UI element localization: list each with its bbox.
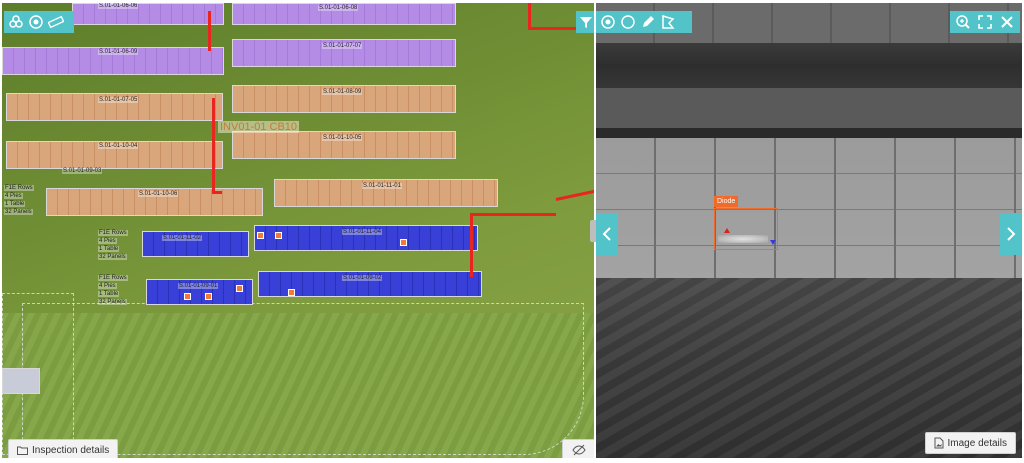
target-icon[interactable] (600, 14, 616, 30)
inspection-details-label: Inspection details (32, 444, 110, 456)
string-label: S.01-01-11-02 (162, 235, 202, 241)
string-label: S.01-01-09-02 (342, 275, 383, 281)
next-image-button[interactable] (1000, 213, 1022, 255)
annotation-toolbar (596, 11, 692, 33)
pencil-icon[interactable] (640, 14, 656, 30)
thermal-image-view[interactable]: Diode Image details (596, 3, 1022, 458)
anomaly-marker[interactable] (400, 239, 407, 246)
row-note: 32 Panels (4, 209, 33, 215)
image-details-label: Image details (947, 437, 1007, 449)
cable-line (470, 213, 473, 277)
thermal-region (596, 43, 1022, 88)
cable-line (212, 191, 222, 194)
anomaly-marker[interactable] (205, 293, 212, 300)
thermal-region (596, 128, 1022, 138)
row-note: F1E Rows (98, 275, 128, 281)
string-label: S.01-01-07-07 (322, 43, 363, 49)
view-toolbar (950, 11, 1020, 33)
thermal-region (596, 88, 1022, 128)
string-label: S.01-01-10-05 (322, 135, 363, 141)
row-note: 32 Panels (98, 299, 127, 305)
visibility-off-icon (572, 444, 586, 456)
zoom-in-icon[interactable] (955, 14, 971, 30)
map-toolbar (4, 11, 74, 33)
filter-button[interactable] (576, 11, 594, 33)
row-note: F1E Rows (98, 230, 128, 236)
row-note: F1E Rows (4, 185, 34, 191)
string-label: S.01-01-11-01 (362, 183, 402, 189)
cable-line (555, 189, 594, 201)
ruler-icon[interactable] (48, 14, 64, 30)
circle-icon[interactable] (620, 14, 636, 30)
string-label: S.01-01-10-04 (98, 143, 139, 149)
cable-line (212, 98, 215, 193)
image-details-button[interactable]: Image details (924, 432, 1016, 454)
inspection-details-button[interactable]: Inspection details (8, 439, 119, 458)
row-note: 1 Table (98, 246, 120, 252)
thermal-region (596, 278, 1022, 458)
filter-icon (580, 17, 592, 28)
cable-line (528, 3, 531, 29)
hide-layers-button[interactable] (562, 439, 594, 458)
anomaly-marker[interactable] (236, 285, 243, 292)
previous-image-button[interactable] (596, 213, 618, 255)
string-label: S.01-01-09-01 (178, 283, 219, 289)
row-note: 4 Pies (98, 283, 117, 289)
string-label: S.01-01-09-03 (62, 168, 103, 174)
min-temp-marker (770, 240, 776, 245)
image-file-icon (934, 437, 944, 449)
max-temp-marker (724, 228, 730, 233)
row-note: 4 Pies (98, 238, 117, 244)
thermal-panel-grid (596, 138, 1022, 278)
anomaly-marker[interactable] (275, 232, 282, 239)
combiner-box-label[interactable]: INV01-01 CB10 (218, 121, 300, 133)
chevron-right-icon (1007, 227, 1016, 241)
folder-icon (17, 446, 28, 455)
anomaly-marker[interactable] (257, 232, 264, 239)
panels-icon[interactable] (8, 14, 24, 30)
map-view[interactable]: S.01-01-06-06 S.01-01-06-08 S.01-01-06-0… (2, 3, 594, 458)
anomaly-marker[interactable] (288, 289, 295, 296)
target-icon[interactable] (28, 14, 44, 30)
fence-line (22, 303, 584, 455)
string-label: S.01-01-08-09 (322, 89, 363, 95)
string-label: S.01-01-10-06 (138, 191, 179, 197)
anomaly-marker[interactable] (184, 293, 191, 300)
array-row[interactable] (72, 3, 224, 25)
fullscreen-icon[interactable] (977, 14, 993, 30)
array-row[interactable] (2, 368, 40, 394)
anomaly-tag: Diode (714, 196, 739, 207)
cable-line (208, 11, 211, 51)
string-label: S.01-01-06-08 (318, 5, 359, 11)
row-note: 1 Table (98, 291, 120, 297)
polygon-icon[interactable] (660, 14, 676, 30)
string-label: S.01-01-06-09 (98, 49, 139, 55)
row-note: 1 Table (4, 201, 26, 207)
string-label: S.01-01-07-05 (98, 97, 139, 103)
cable-line (528, 27, 578, 30)
row-note: 4 Pies (4, 193, 23, 199)
string-label: S.01-01-11-04 (342, 229, 382, 235)
string-label: S.01-01-06-06 (98, 3, 139, 9)
row-note: 32 Panels (98, 254, 127, 260)
chevron-left-icon (602, 227, 611, 241)
close-icon[interactable] (999, 14, 1015, 30)
cable-line (470, 213, 556, 216)
